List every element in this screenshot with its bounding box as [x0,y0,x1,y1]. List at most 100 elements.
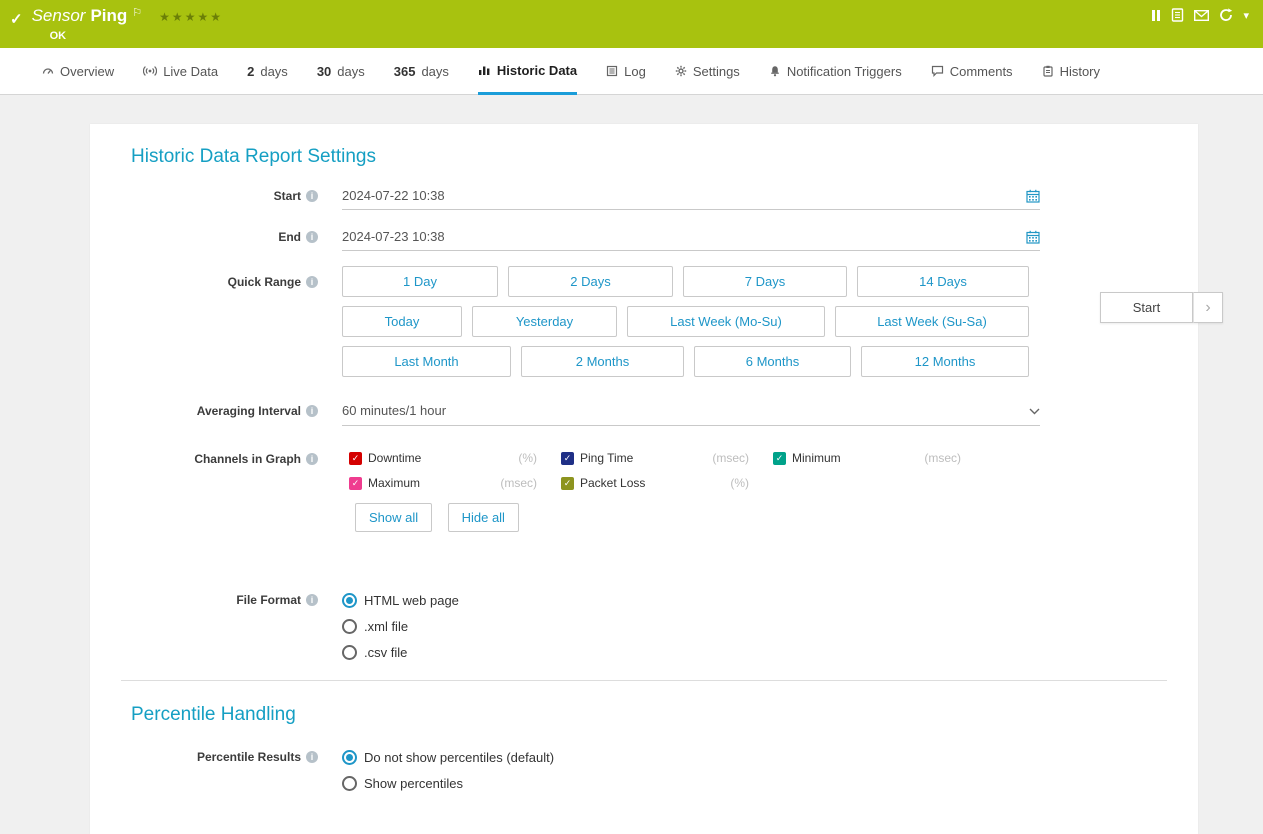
quick-range-button[interactable]: 7 Days [683,266,847,297]
tab-settings[interactable]: Settings [675,48,740,94]
start-report-action: Start › [1100,292,1223,323]
show-all-button[interactable]: Show all [355,503,432,532]
start-report-button[interactable]: Start [1100,292,1193,323]
radio-icon[interactable] [342,619,357,634]
quick-range-button[interactable]: 14 Days [857,266,1029,297]
radio-icon[interactable] [342,750,357,765]
channel-unit: (msec) [500,476,537,490]
quick-range-button[interactable]: 1 Day [342,266,498,297]
channel-checkbox-maximum[interactable]: ✓ Maximum (msec) [349,476,537,490]
radio-label: .xml file [364,619,408,634]
channel-unit: (%) [518,451,537,465]
percentile-section-title: Percentile Handling [131,704,1198,726]
refresh-icon[interactable] [1219,8,1233,22]
channel-checkbox-downtime[interactable]: ✓ Downtime (%) [349,451,537,465]
radio-label: Do not show percentiles (default) [364,750,554,765]
checkbox-icon[interactable]: ✓ [561,452,574,465]
info-icon[interactable]: i [306,453,318,465]
history-icon [1042,65,1054,77]
channel-checkbox-minimum[interactable]: ✓ Minimum (msec) [773,451,961,465]
quick-range-button[interactable]: 2 Months [521,346,684,377]
info-icon[interactable]: i [306,231,318,243]
mail-icon[interactable] [1194,10,1209,21]
pause-icon[interactable] [1151,10,1161,21]
start-report-chevron-icon[interactable]: › [1193,292,1223,323]
checkbox-icon[interactable]: ✓ [349,477,362,490]
tab-history[interactable]: History [1042,48,1100,94]
section-divider [121,680,1167,681]
flag-icon[interactable]: ⚐ [132,6,142,19]
quick-range-button[interactable]: Last Week (Mo-Su) [627,306,825,337]
channel-name: Ping Time [580,451,633,465]
info-icon[interactable]: i [306,276,318,288]
tab-label: Settings [693,64,740,79]
tab-30-days[interactable]: 30 days [317,48,365,94]
sensor-title-area: ✓ Sensor Ping ⚐ ★★★★★ OK [0,0,223,48]
radio-xml-file[interactable]: .xml file [342,613,1040,639]
tab-number: 2 [247,64,254,79]
quick-range-button[interactable]: 6 Months [694,346,851,377]
tab-label: Historic Data [497,63,577,78]
tab-365-days[interactable]: 365 days [394,48,449,94]
sensor-status-badge: OK [50,30,223,42]
checkbox-icon[interactable]: ✓ [349,452,362,465]
channel-checkbox-ping-time[interactable]: ✓ Ping Time (msec) [561,451,749,465]
radio-icon[interactable] [342,645,357,660]
file-format-label: File Format i [90,587,342,608]
radio-csv-file[interactable]: .csv file [342,639,1040,665]
radio-label: HTML web page [364,593,459,608]
quick-range-button[interactable]: Today [342,306,462,337]
refresh-dropdown-caret-icon[interactable]: ▾ [1243,9,1249,22]
end-date-value: 2024-07-23 10:38 [342,229,445,244]
info-icon[interactable]: i [306,190,318,202]
file-format-row: File Format i HTML web page .xml file .c… [90,587,1198,665]
channel-unit: (msec) [712,451,749,465]
quick-range-button[interactable]: 12 Months [861,346,1029,377]
tab-label: days [337,64,364,79]
tab-notification-triggers[interactable]: Notification Triggers [769,48,902,94]
radio-html-web-page[interactable]: HTML web page [342,587,1040,613]
radio-show-percentiles[interactable]: Show percentiles [342,770,1040,796]
quick-range-button[interactable]: 2 Days [508,266,673,297]
field-label-text: End [278,229,301,245]
end-date-input[interactable]: 2024-07-23 10:38 [342,229,1040,251]
radio-icon[interactable] [342,776,357,791]
tab-historic-data[interactable]: Historic Data [478,48,577,95]
calendar-icon[interactable] [1026,189,1040,203]
checkbox-icon[interactable]: ✓ [773,452,786,465]
field-label-text: Channels in Graph [194,451,301,467]
radio-label: Show percentiles [364,776,463,791]
tab-comments[interactable]: Comments [931,48,1013,94]
tab-log[interactable]: Log [606,48,646,94]
tab-2-days[interactable]: 2 days [247,48,288,94]
tab-label: days [260,64,287,79]
radio-icon[interactable] [342,593,357,608]
end-field-label: End i [90,229,342,245]
info-icon[interactable]: i [306,751,318,763]
radio-no-percentiles[interactable]: Do not show percentiles (default) [342,744,1040,770]
tab-live-data[interactable]: Live Data [143,48,218,94]
quick-range-button[interactable]: Yesterday [472,306,617,337]
bell-icon [769,65,781,77]
tab-label: Log [624,64,646,79]
info-icon[interactable]: i [306,594,318,606]
broadcast-icon [143,65,157,77]
quick-range-button[interactable]: Last Month [342,346,511,377]
report-icon[interactable] [1171,8,1184,22]
chevron-down-icon [1029,403,1040,418]
averaging-interval-select[interactable]: 60 minutes/1 hour [342,403,1040,426]
priority-stars[interactable]: ★★★★★ [159,10,223,24]
quick-range-button[interactable]: Last Week (Su-Sa) [835,306,1029,337]
sensor-header: ✓ Sensor Ping ⚐ ★★★★★ OK ▾ [0,0,1263,48]
start-date-input[interactable]: 2024-07-22 10:38 [342,188,1040,210]
quick-range-label: Quick Range i [90,266,342,290]
tab-overview[interactable]: Overview [42,48,114,94]
hide-all-button[interactable]: Hide all [448,503,519,532]
header-actions: ▾ [1151,0,1263,48]
tab-label: Notification Triggers [787,64,902,79]
log-icon [606,65,618,77]
info-icon[interactable]: i [306,405,318,417]
channel-checkbox-packet-loss[interactable]: ✓ Packet Loss (%) [561,476,749,490]
calendar-icon[interactable] [1026,230,1040,244]
checkbox-icon[interactable]: ✓ [561,477,574,490]
